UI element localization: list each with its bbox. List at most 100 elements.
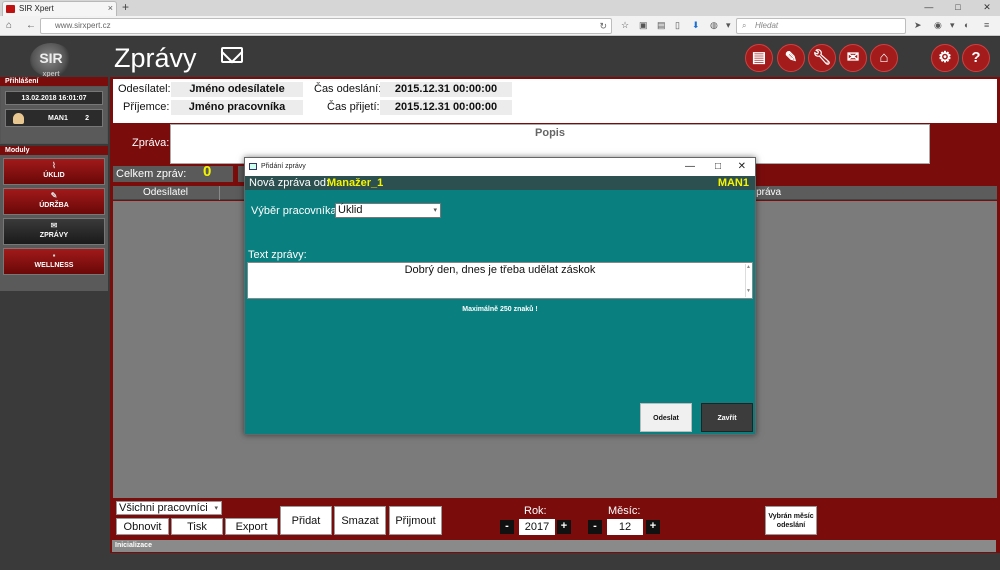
close-button[interactable]: Zavřít	[701, 403, 753, 432]
module-label: ÚDRŽBA	[39, 202, 69, 209]
mail-icon: ✉	[50, 221, 58, 230]
gear-icon[interactable]: ⚙	[931, 44, 959, 72]
help-icon[interactable]: ?	[962, 44, 990, 72]
max-length-note: Maximálně 250 znaků !	[462, 306, 538, 313]
message-description: Popis	[535, 127, 565, 139]
maximize-button[interactable]: □	[945, 0, 971, 15]
message-label: Zpráva:	[132, 137, 170, 149]
selected-month-sent-button[interactable]: Vybrán měsíc odeslání	[765, 506, 817, 535]
spa-icon: ▪	[52, 251, 56, 260]
download-icon[interactable]: ⬇	[692, 20, 700, 31]
module-udrzba-button[interactable]: ✎ ÚDRŽBA	[3, 188, 105, 215]
send-button[interactable]: Odeslat	[640, 403, 692, 432]
user-avatar-icon	[13, 113, 24, 124]
browser-search-input[interactable]: ⌕ Hledat	[736, 18, 906, 34]
from-label: Nová zpráva od:	[249, 177, 330, 189]
clipboard-icon[interactable]: ✎	[777, 44, 805, 72]
worker-select[interactable]: Úklid ▾	[335, 203, 441, 218]
window-controls: — □ ✕	[916, 0, 1000, 16]
textarea-scrollbar[interactable]: ▲ ▼	[745, 264, 751, 297]
module-uklid-button[interactable]: ⌇ ÚKLID	[3, 158, 105, 185]
logo-text: SIR	[39, 50, 63, 66]
site-favicon-icon	[6, 5, 15, 13]
menu-icon[interactable]: ≡	[984, 20, 989, 30]
sent-time-label: Čas odeslání:	[314, 83, 382, 95]
accept-button[interactable]: Přijmout	[389, 506, 442, 535]
chevron-down-icon: ▾	[214, 505, 218, 512]
dialog-minimize-button[interactable]: —	[685, 158, 695, 175]
module-label: ÚKLID	[43, 172, 65, 179]
mail-icon[interactable]: ✉	[839, 44, 867, 72]
message-text-value: Dobrý den, dnes je třeba udělat záskok	[404, 264, 596, 276]
search-placeholder: Hledat	[755, 21, 779, 30]
year-plus-button[interactable]: +	[557, 520, 571, 534]
refresh-button[interactable]: Obnovit	[116, 518, 169, 535]
export-button[interactable]: Export	[225, 518, 278, 535]
worker-filter-select[interactable]: Všichni pracovníci ▾	[116, 501, 222, 515]
user-count: 2	[85, 115, 89, 122]
print-button[interactable]: Tisk	[171, 518, 223, 535]
reload-icon[interactable]: ↻	[599, 19, 607, 33]
add-message-dialog: Přidání zprávy — □ ✕ Nová zpráva od: Man…	[244, 157, 756, 435]
year-label: Rok:	[524, 505, 547, 517]
send-icon[interactable]: ➤	[914, 20, 922, 31]
close-window-button[interactable]: ✕	[974, 0, 1000, 15]
message-count: Celkem zpráv: 0	[113, 163, 233, 182]
bag-icon[interactable]: ▤	[657, 20, 666, 31]
module-wellness-button[interactable]: ▪ WELLNESS	[3, 248, 105, 275]
bell-icon[interactable]: ⌂	[870, 44, 898, 72]
module-zpravy-button[interactable]: ✉ ZPRÁVY	[3, 218, 105, 245]
module-label: WELLNESS	[34, 262, 74, 269]
month-plus-button[interactable]: +	[646, 520, 660, 534]
dialog-close-button[interactable]: ✕	[738, 158, 746, 175]
search-icon: ⌕	[742, 21, 747, 30]
total-label: Celkem zpráv:	[116, 168, 187, 180]
module-label: ZPRÁVY	[39, 232, 69, 239]
login-header: Přihlášení	[0, 77, 108, 86]
url-bar[interactable]: www.sirxpert.cz ↻	[40, 18, 612, 34]
user-info[interactable]: MAN1 2	[5, 109, 103, 127]
minimize-button[interactable]: —	[916, 0, 942, 15]
month-minus-button[interactable]: -	[588, 520, 602, 534]
receiver-value: Jméno pracovníka	[171, 100, 303, 115]
addon-dropdown-icon[interactable]: ▾	[950, 20, 955, 31]
page-title: Zprávy	[114, 43, 197, 73]
message-textarea[interactable]: Dobrý den, dnes je třeba udělat záskok ▲…	[247, 262, 753, 299]
year-minus-button[interactable]: -	[500, 520, 514, 534]
worker-filter-value: Všichni pracovníci	[119, 502, 208, 514]
home-icon[interactable]: ⌂	[6, 19, 12, 33]
from-code: MAN1	[717, 177, 749, 189]
browser-tab[interactable]: SIR Xpert ×	[2, 1, 117, 16]
from-value: Manažer_1	[327, 177, 384, 189]
dialog-titlebar: Přidání zprávy — □ ✕	[245, 158, 755, 176]
dialog-maximize-button[interactable]: □	[715, 158, 721, 175]
receiver-label: Příjemce:	[123, 101, 170, 113]
back-icon[interactable]: ←	[26, 19, 36, 33]
addon-icon[interactable]: ◉	[934, 20, 942, 31]
file-icon[interactable]: ▯	[675, 20, 680, 31]
tab-title: SIR Xpert	[19, 4, 54, 13]
modules-list: ⌇ ÚKLID ✎ ÚDRŽBA ✉ ZPRÁVY ▪ WELLNESS	[0, 155, 108, 291]
month-value: 12	[607, 519, 643, 535]
column-sender[interactable]: Odesílatel	[143, 187, 188, 198]
globe-icon[interactable]: ◍	[710, 20, 718, 31]
dialog-header: Nová zpráva od: Manažer_1 MAN1	[245, 176, 755, 190]
received-time-label: Čas přijetí:	[327, 101, 380, 113]
wrench-icon: ✎	[50, 191, 58, 200]
document-icon[interactable]: ▤	[745, 44, 773, 72]
bookmark-star-icon[interactable]: ☆	[621, 20, 629, 31]
add-button[interactable]: Přidat	[280, 506, 332, 535]
month-label: Měsíc:	[608, 505, 641, 517]
sidebar: Přihlášení 13.02.2018 16:01:07 MAN1 2 Mo…	[0, 77, 108, 327]
delete-button[interactable]: Smazat	[334, 506, 386, 535]
clipboard-icon[interactable]: ▣	[639, 20, 648, 31]
current-datetime: 13.02.2018 16:01:07	[5, 91, 103, 105]
dropdown-icon[interactable]: ▾	[726, 20, 731, 31]
new-tab-button[interactable]: +	[122, 0, 129, 15]
extension-icon[interactable]: ◐	[964, 20, 969, 30]
total-value: 0	[203, 163, 212, 180]
message-text-label: Text zprávy:	[248, 249, 307, 261]
tab-close-icon[interactable]: ×	[108, 2, 113, 15]
wrench-icon[interactable]: 🔧︎	[808, 44, 836, 72]
message-detail-panel: Odesílatel: Jméno odesílatele Příjemce: …	[113, 79, 997, 123]
